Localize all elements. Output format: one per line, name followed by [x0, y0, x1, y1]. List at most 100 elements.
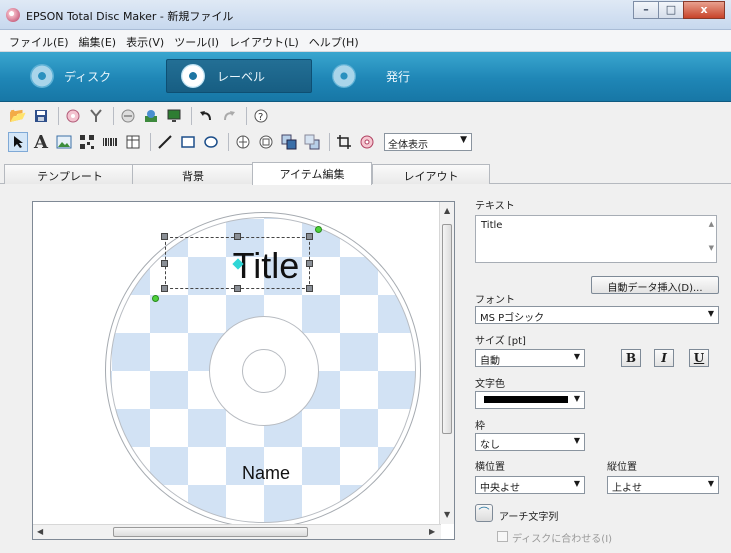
send-back-icon[interactable]: [302, 132, 322, 152]
disc-center-hole: [242, 349, 286, 393]
properties-icon[interactable]: [86, 106, 106, 126]
toolbar-separator: [113, 107, 114, 125]
fit-disc-label: ディスクに合わせる(I): [512, 534, 613, 545]
size-select[interactable]: 自動 ▼: [475, 349, 585, 367]
minimize-button[interactable]: –: [633, 1, 659, 19]
font-label: フォント: [475, 295, 515, 306]
chevron-down-icon: ▼: [707, 479, 714, 488]
pointer-icon[interactable]: [8, 132, 28, 152]
menu-file[interactable]: ファイル(E): [4, 30, 74, 51]
mode-publish-button[interactable]: 発行: [332, 59, 410, 93]
italic-button[interactable]: I: [654, 349, 674, 367]
mode-bar: ディスク レーベル 発行: [0, 52, 731, 102]
toolbar-separator: [246, 107, 247, 125]
rotate-handle[interactable]: [315, 226, 322, 233]
crop-icon[interactable]: [334, 132, 354, 152]
mode-label-button[interactable]: レーベル: [166, 59, 312, 93]
redo-icon[interactable]: [219, 106, 239, 126]
mode-label-label: レーベル: [217, 69, 266, 84]
resize-handle[interactable]: [161, 260, 168, 267]
scan-icon[interactable]: [141, 106, 161, 126]
resize-handle[interactable]: [306, 285, 313, 292]
maximize-button[interactable]: □: [658, 1, 684, 19]
resize-handle[interactable]: [306, 233, 313, 240]
table-tool-icon[interactable]: [123, 132, 143, 152]
scroll-right-icon[interactable]: ▶: [429, 527, 435, 536]
menu-layout[interactable]: レイアウト(L): [224, 30, 304, 51]
clip-icon[interactable]: [118, 106, 138, 126]
rectangle-tool-icon[interactable]: [178, 132, 198, 152]
scroll-up-icon[interactable]: ▲: [444, 206, 450, 215]
app-icon: [6, 8, 20, 22]
title-bar: EPSON Total Disc Maker - 新規ファイル – □ x: [0, 0, 731, 30]
rotate-handle[interactable]: [152, 295, 159, 302]
disc-view-icon[interactable]: [357, 132, 377, 152]
help-icon[interactable]: ?: [251, 106, 271, 126]
menu-tools[interactable]: ツール(I): [169, 30, 224, 51]
fit-disc-checkbox[interactable]: [497, 531, 508, 542]
frame-select[interactable]: なし ▼: [475, 433, 585, 451]
size-label: サイズ [pt]: [475, 336, 526, 347]
bring-front-icon[interactable]: [279, 132, 299, 152]
bold-button[interactable]: B: [621, 349, 641, 367]
align-center-icon[interactable]: [233, 132, 253, 152]
tab-background[interactable]: 背景: [132, 164, 254, 184]
tab-template[interactable]: テンプレート: [4, 164, 136, 184]
font-select[interactable]: MS Pゴシック ▼: [475, 306, 719, 324]
mode-disc-button[interactable]: ディスク: [30, 59, 111, 93]
arch-text-label: アーチ文字列: [499, 512, 559, 523]
horizontal-position-select[interactable]: 中央よせ ▼: [475, 476, 585, 494]
align-disc-icon[interactable]: [256, 132, 276, 152]
toolbar-separator: [191, 107, 192, 125]
horizontal-scroll-thumb[interactable]: [113, 527, 308, 537]
save-icon[interactable]: [31, 106, 51, 126]
barcode-tool-icon[interactable]: [100, 132, 120, 152]
monitor-icon[interactable]: [164, 106, 184, 126]
chevron-down-icon: ▼: [573, 479, 580, 488]
ellipse-tool-icon[interactable]: [201, 132, 221, 152]
mode-disc-label: ディスク: [64, 69, 112, 84]
chevron-down-icon: ▼: [460, 135, 467, 145]
scroll-down-icon[interactable]: ▼: [444, 510, 450, 519]
image-tool-icon[interactable]: [54, 132, 74, 152]
horizontal-scrollbar[interactable]: ◀ ▶: [33, 524, 441, 539]
resize-handle[interactable]: [161, 285, 168, 292]
print-preview-icon[interactable]: [63, 106, 83, 126]
text-input[interactable]: Title ▲ ▼: [475, 215, 717, 263]
resize-handle[interactable]: [234, 233, 241, 240]
text-color-select[interactable]: ▼: [475, 391, 585, 409]
close-button[interactable]: x: [683, 1, 725, 19]
arch-text-icon[interactable]: ⌒: [475, 504, 493, 522]
toolbar-separator: [228, 133, 229, 151]
menu-help[interactable]: ヘルプ(H): [304, 30, 364, 51]
toolbar-separator: [329, 133, 330, 151]
undo-icon[interactable]: [196, 106, 216, 126]
horizontal-position-value: 中央よせ: [480, 483, 520, 494]
resize-handle[interactable]: [161, 233, 168, 240]
textarea-scroll-icon[interactable]: ▲ ▼: [709, 220, 714, 252]
underline-button[interactable]: U: [689, 349, 709, 367]
line-tool-icon[interactable]: [155, 132, 175, 152]
disc-name-text[interactable]: Name: [166, 463, 366, 484]
chevron-down-icon: ▼: [573, 394, 580, 403]
label-canvas[interactable]: Title Name ▲ ▼ ◀ ▶: [32, 201, 455, 540]
vertical-scroll-thumb[interactable]: [442, 224, 452, 434]
qrcode-tool-icon[interactable]: [77, 132, 97, 152]
text-tool-icon[interactable]: A: [31, 132, 51, 153]
open-folder-icon[interactable]: 📂: [8, 106, 28, 126]
scroll-left-icon[interactable]: ◀: [37, 527, 43, 536]
horizontal-position-label: 横位置: [475, 462, 505, 473]
zoom-select[interactable]: 全体表示 ▼: [384, 133, 472, 151]
tab-layout[interactable]: レイアウト: [372, 164, 490, 184]
menu-view[interactable]: 表示(V): [121, 30, 169, 51]
vertical-position-select[interactable]: 上よせ ▼: [607, 476, 719, 494]
vertical-scrollbar[interactable]: ▲ ▼: [439, 202, 454, 524]
properties-panel: テキスト Title ▲ ▼ 自動データ挿入(D)... フォント MS Pゴシッ…: [467, 192, 725, 550]
menu-edit[interactable]: 編集(E): [74, 30, 122, 51]
auto-data-insert-button[interactable]: 自動データ挿入(D)...: [591, 276, 719, 294]
vertical-position-value: 上よせ: [612, 483, 642, 494]
resize-handle[interactable]: [234, 285, 241, 292]
window-controls: – □ x: [633, 1, 725, 19]
tab-item-edit[interactable]: アイテム編集: [252, 162, 372, 185]
resize-handle[interactable]: [306, 260, 313, 267]
